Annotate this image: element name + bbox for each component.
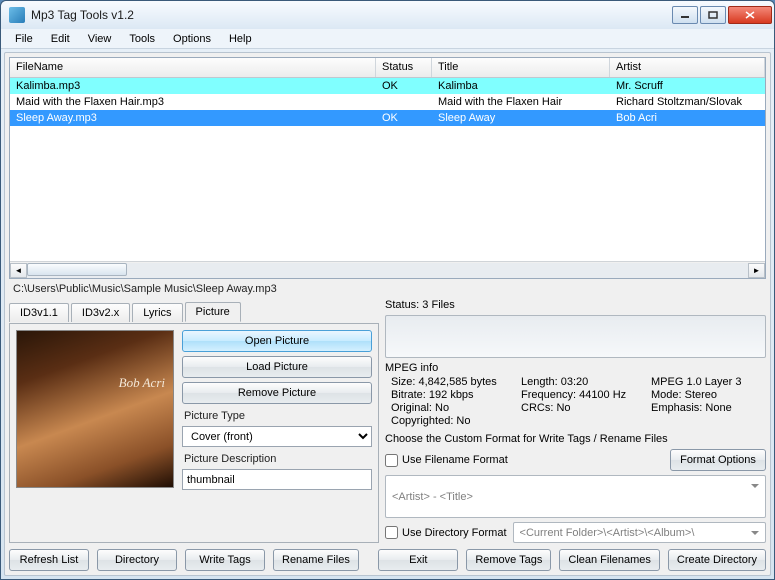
remove-picture-button[interactable]: Remove Picture bbox=[182, 382, 372, 404]
window-title: Mp3 Tag Tools v1.2 bbox=[31, 8, 670, 22]
col-filename[interactable]: FileName bbox=[10, 58, 376, 77]
tab-lyrics[interactable]: Lyrics bbox=[132, 303, 182, 322]
rename-files-button[interactable]: Rename Files bbox=[273, 549, 359, 571]
tab-picture[interactable]: Picture bbox=[185, 302, 241, 322]
horizontal-scrollbar[interactable]: ◄ ► bbox=[10, 261, 765, 278]
mpeg-info-grid: Size: 4,842,585 bytes Length: 03:20 MPEG… bbox=[385, 376, 766, 427]
status-label: Status: 3 Files bbox=[385, 299, 455, 311]
directory-button[interactable]: Directory bbox=[97, 549, 177, 571]
col-title[interactable]: Title bbox=[432, 58, 610, 77]
close-button[interactable] bbox=[728, 6, 772, 24]
maximize-button[interactable] bbox=[700, 6, 726, 24]
write-tags-button[interactable]: Write Tags bbox=[185, 549, 265, 571]
load-picture-button[interactable]: Load Picture bbox=[182, 356, 372, 378]
scroll-left-icon[interactable]: ◄ bbox=[10, 263, 27, 278]
progress-bar bbox=[385, 315, 766, 358]
filename-format-combo[interactable]: <Artist> - <Title> bbox=[385, 475, 766, 518]
format-options-button[interactable]: Format Options bbox=[670, 449, 766, 471]
directory-format-combo[interactable]: <Current Folder>\<Artist>\<Album>\ bbox=[513, 522, 766, 543]
album-art[interactable]: Bob Acri bbox=[16, 330, 174, 488]
app-icon bbox=[9, 7, 25, 23]
menubar: File Edit View Tools Options Help bbox=[1, 29, 774, 49]
table-row[interactable]: Sleep Away.mp3 OK Sleep Away Bob Acri bbox=[10, 110, 765, 126]
scroll-right-icon[interactable]: ► bbox=[748, 263, 765, 278]
col-status[interactable]: Status bbox=[376, 58, 432, 77]
custom-format-label: Choose the Custom Format for Write Tags … bbox=[385, 433, 766, 445]
picture-type-label: Picture Type bbox=[182, 408, 372, 422]
table-row[interactable]: Kalimba.mp3 OK Kalimba Mr. Scruff bbox=[10, 78, 765, 94]
open-picture-button[interactable]: Open Picture bbox=[182, 330, 372, 352]
clean-filenames-button[interactable]: Clean Filenames bbox=[559, 549, 660, 571]
current-path: C:\Users\Public\Music\Sample Music\Sleep… bbox=[9, 281, 766, 297]
mpeg-info-title: MPEG info bbox=[385, 362, 766, 374]
menu-help[interactable]: Help bbox=[221, 31, 260, 47]
tab-id3v11[interactable]: ID3v1.1 bbox=[9, 303, 69, 322]
picture-desc-input[interactable] bbox=[182, 469, 372, 490]
refresh-list-button[interactable]: Refresh List bbox=[9, 549, 89, 571]
scroll-thumb[interactable] bbox=[27, 263, 127, 276]
menu-file[interactable]: File bbox=[7, 31, 41, 47]
file-grid[interactable]: FileName Status Title Artist Kalimba.mp3… bbox=[9, 57, 766, 279]
menu-tools[interactable]: Tools bbox=[121, 31, 163, 47]
minimize-button[interactable] bbox=[672, 6, 698, 24]
grid-header[interactable]: FileName Status Title Artist bbox=[10, 58, 765, 78]
table-row[interactable]: Maid with the Flaxen Hair.mp3 Maid with … bbox=[10, 94, 765, 110]
remove-tags-button[interactable]: Remove Tags bbox=[466, 549, 551, 571]
use-directory-checkbox[interactable]: Use Directory Format bbox=[385, 526, 507, 539]
create-directory-button[interactable]: Create Directory bbox=[668, 549, 766, 571]
tab-id3v2x[interactable]: ID3v2.x bbox=[71, 303, 130, 322]
menu-options[interactable]: Options bbox=[165, 31, 219, 47]
use-filename-checkbox[interactable]: Use Filename Format bbox=[385, 454, 508, 467]
menu-view[interactable]: View bbox=[80, 31, 120, 47]
picture-desc-label: Picture Description bbox=[182, 451, 372, 465]
exit-button[interactable]: Exit bbox=[378, 549, 458, 571]
titlebar[interactable]: Mp3 Tag Tools v1.2 bbox=[1, 1, 774, 29]
menu-edit[interactable]: Edit bbox=[43, 31, 78, 47]
picture-type-select[interactable]: Cover (front) bbox=[182, 426, 372, 447]
col-artist[interactable]: Artist bbox=[610, 58, 765, 77]
tag-tabs: ID3v1.1 ID3v2.x Lyrics Picture bbox=[9, 299, 379, 321]
